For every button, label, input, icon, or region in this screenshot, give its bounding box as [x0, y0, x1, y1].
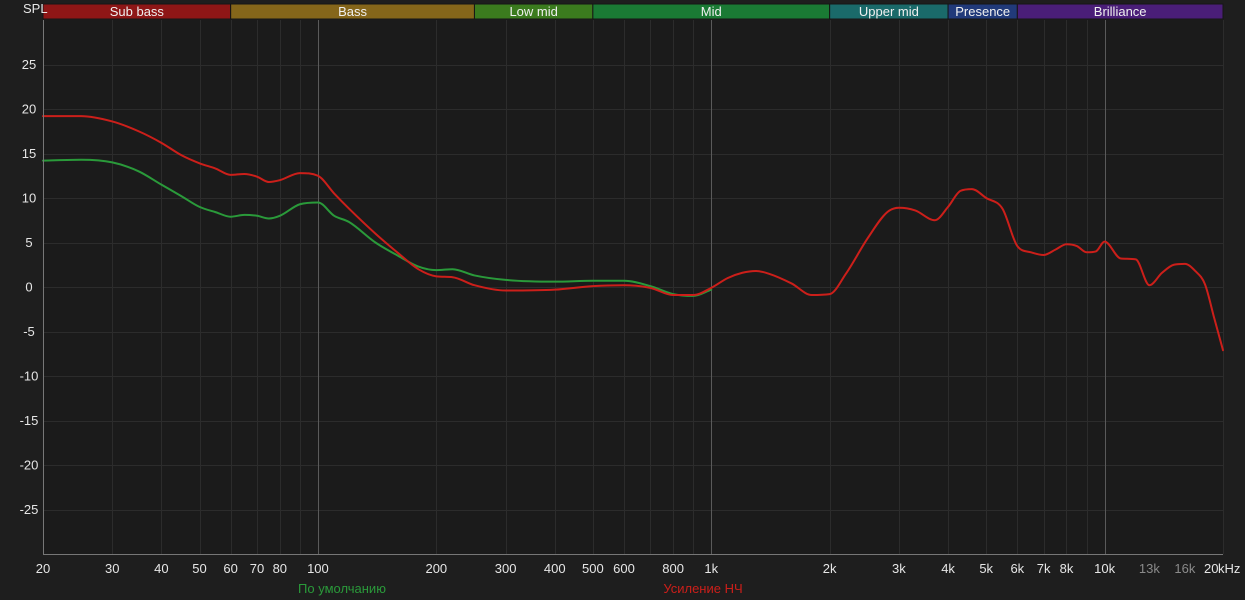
- band-label: Presence: [955, 4, 1010, 19]
- x-tick-label: 30: [105, 561, 119, 576]
- x-tick-label: 20: [36, 561, 50, 576]
- x-tick-label: 16k: [1174, 561, 1195, 576]
- x-tick-label: 400: [544, 561, 566, 576]
- y-tick-label: -15: [20, 413, 39, 428]
- y-tick-label: 15: [22, 146, 36, 161]
- x-tick-label: 300: [495, 561, 517, 576]
- x-tick-label: 5k: [979, 561, 993, 576]
- x-tick-label: 6k: [1010, 561, 1024, 576]
- x-tick-label: 10k: [1094, 561, 1115, 576]
- x-tick-label: 50: [192, 561, 206, 576]
- x-tick-label: 70: [250, 561, 264, 576]
- chart-svg: Sub bass Bass Low mid Mid Upper mid Presence B…: [0, 0, 1245, 600]
- x-tick-label: 3k: [892, 561, 906, 576]
- x-tick-label: 600: [613, 561, 635, 576]
- x-tick-label: 60: [223, 561, 237, 576]
- x-tick-label: 7k: [1037, 561, 1051, 576]
- frequency-bands: Sub bass Bass Low mid Mid Upper mid Presence B…: [42, 3, 1224, 20]
- x-tick-label: 40: [154, 561, 168, 576]
- x-tick-label: 200: [425, 561, 447, 576]
- y-tick-label: -5: [23, 324, 35, 339]
- x-tick-label: 20: [1204, 561, 1218, 576]
- y-tick-label: -20: [20, 458, 39, 473]
- band-label: Mid: [701, 4, 722, 19]
- x-tick-label: 100: [307, 561, 329, 576]
- band-label: Brilliance: [1094, 4, 1147, 19]
- legend-series-bass-boost: Усиление НЧ: [663, 581, 742, 596]
- band-label: Bass: [338, 4, 367, 19]
- y-axis-label: SPL: [23, 1, 48, 16]
- y-tick-label: 25: [22, 57, 36, 72]
- y-tick-label: 0: [25, 280, 32, 295]
- frequency-response-chart: Sub bass Bass Low mid Mid Upper mid Presence B…: [0, 0, 1245, 600]
- x-tick-label: 2k: [823, 561, 837, 576]
- band-label: Sub bass: [110, 4, 165, 19]
- x-axis-unit: kHz: [1218, 561, 1240, 576]
- x-tick-label: 4k: [941, 561, 955, 576]
- y-tick-label: -25: [20, 502, 39, 517]
- y-tick-label: 20: [22, 102, 36, 117]
- x-tick-label: 500: [582, 561, 604, 576]
- y-tick-label: 10: [22, 191, 36, 206]
- y-tick-label: 5: [25, 235, 32, 250]
- legend-series-default: По умолчанию: [298, 581, 386, 596]
- y-tick-label: -10: [20, 369, 39, 384]
- x-tick-label: 1k: [704, 561, 718, 576]
- x-tick-label: 800: [662, 561, 684, 576]
- band-label: Low mid: [509, 4, 557, 19]
- x-tick-label: 13k: [1139, 561, 1160, 576]
- band-label: Upper mid: [859, 4, 919, 19]
- x-tick-label: 8k: [1060, 561, 1074, 576]
- x-tick-label: 80: [273, 561, 287, 576]
